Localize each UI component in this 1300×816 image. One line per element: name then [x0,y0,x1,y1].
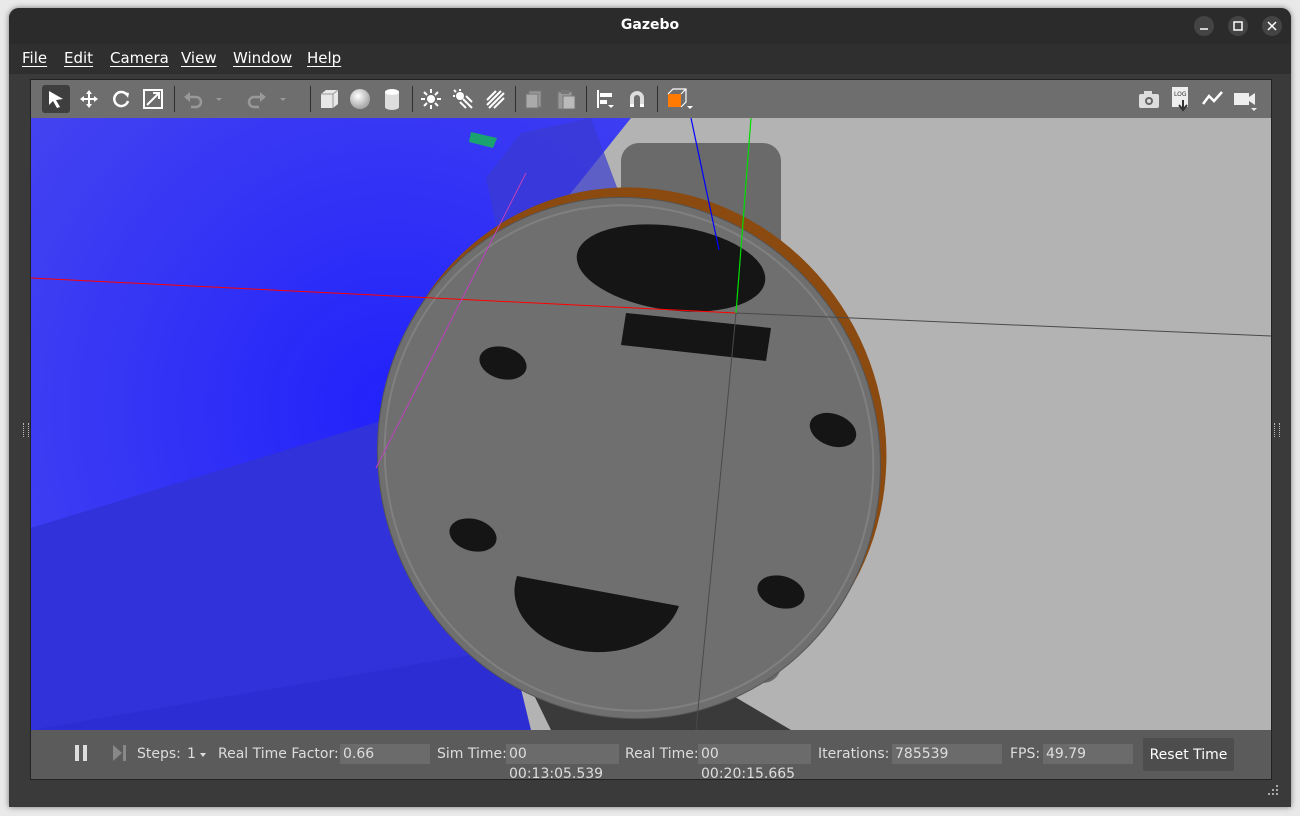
snap-button[interactable] [623,85,651,113]
scale-icon [143,89,163,109]
chevron-down-icon[interactable] [199,752,207,758]
rotate-mode-button[interactable] [107,85,135,113]
pause-button[interactable] [73,744,89,766]
redo-dropdown[interactable] [276,85,290,113]
toolbar-separator [310,86,311,112]
align-icon [597,90,614,108]
scale-mode-button[interactable] [139,85,167,113]
close-icon [1267,21,1277,31]
iterations-value: 785539 [892,744,1002,764]
step-forward-icon [113,745,126,761]
menu-window[interactable]: Window [233,49,292,67]
undo-dropdown[interactable] [212,85,226,113]
steps-label: Steps: [137,746,181,762]
window-title: Gazebo [620,17,680,33]
toolbar: LOG [31,80,1271,119]
real-time-factor-label: Real Time Factor: [218,746,339,762]
real-time-label: Real Time: [625,746,699,762]
maximize-icon [1233,21,1243,31]
plot-icon [1202,91,1223,105]
view-angle-icon [667,88,693,109]
directional-light-icon [486,90,505,109]
chevron-down-icon [280,98,286,101]
box-shape-button[interactable] [315,85,343,113]
cylinder-icon [385,89,399,110]
menu-bar: File Edit Camera View Window Help [9,44,1291,74]
fps-value: 49.79 [1043,744,1133,764]
maximize-button[interactable] [1228,16,1248,36]
record-video-button[interactable] [1231,85,1259,113]
steps-value[interactable]: 1 [187,746,196,762]
view-angle-button[interactable] [662,85,698,113]
minimize-icon [1200,28,1208,30]
point-light-button[interactable] [417,85,445,113]
menu-edit[interactable]: Edit [64,49,93,67]
spot-light-button[interactable] [449,85,477,113]
fps-label: FPS: [1010,746,1041,762]
paste-icon [557,90,576,110]
snap-icon [630,91,644,107]
select-icon [49,91,63,108]
main-panel: LOG Steps: 1 Real Time Factor: 0.66 Sim … [30,79,1272,782]
translate-mode-button[interactable] [75,85,103,113]
menu-file[interactable]: File [22,49,47,67]
real-time-factor-value: 0.66 [340,744,430,764]
sphere-shape-button[interactable] [346,85,374,113]
3d-viewport[interactable] [31,118,1271,730]
scene-render [31,118,1271,730]
menu-camera[interactable]: Camera [110,49,169,67]
simulation-control-bar: Steps: 1 Real Time Factor: 0.66 Sim Time… [31,730,1271,782]
menu-help[interactable]: Help [307,49,341,67]
real-time-value: 00 00:20:15.665 [698,744,811,782]
gazebo-window: Gazebo File Edit Camera View Window Help [9,8,1291,807]
select-mode-button[interactable] [42,85,70,113]
plot-button[interactable] [1199,85,1227,113]
paste-button[interactable] [552,85,580,113]
log-label: LOG [1174,91,1187,98]
screenshot-icon [1139,91,1159,108]
step-button[interactable] [111,744,129,766]
spot-light-icon [453,89,473,109]
left-splitter-handle[interactable] [23,423,29,437]
toolbar-separator [412,86,413,112]
sim-time-value: 00 00:13:05.539 [506,744,619,782]
close-button[interactable] [1262,16,1282,36]
right-splitter-handle[interactable] [1274,423,1280,437]
title-bar: Gazebo [9,8,1291,44]
undo-icon [184,92,203,109]
pause-icon [75,745,87,761]
chevron-down-icon [216,98,222,101]
align-button[interactable] [591,85,619,113]
directional-light-button[interactable] [481,85,509,113]
toolbar-separator [657,86,658,112]
redo-icon [247,92,266,109]
record-video-icon [1234,93,1257,111]
log-icon: LOG [1172,87,1188,112]
box-icon [321,89,339,108]
toolbar-separator [586,86,587,112]
toolbar-separator [174,86,175,112]
copy-button[interactable] [520,85,548,113]
undo-button[interactable] [179,85,207,113]
menu-view[interactable]: View [181,49,217,67]
resize-grip-icon[interactable] [1267,784,1279,796]
copy-icon [525,90,542,109]
toolbar-separator [515,86,516,112]
redo-button[interactable] [243,85,271,113]
cylinder-shape-button[interactable] [378,85,406,113]
sphere-icon [350,89,370,109]
reset-time-button[interactable]: Reset Time [1143,738,1234,771]
translate-icon [80,90,98,108]
log-button[interactable]: LOG [1167,85,1195,113]
point-light-icon [421,89,441,109]
sim-time-label: Sim Time: [437,746,507,762]
rotate-icon [113,90,130,108]
minimize-button[interactable] [1194,16,1214,36]
screenshot-button[interactable] [1135,85,1163,113]
iterations-label: Iterations: [818,746,890,762]
